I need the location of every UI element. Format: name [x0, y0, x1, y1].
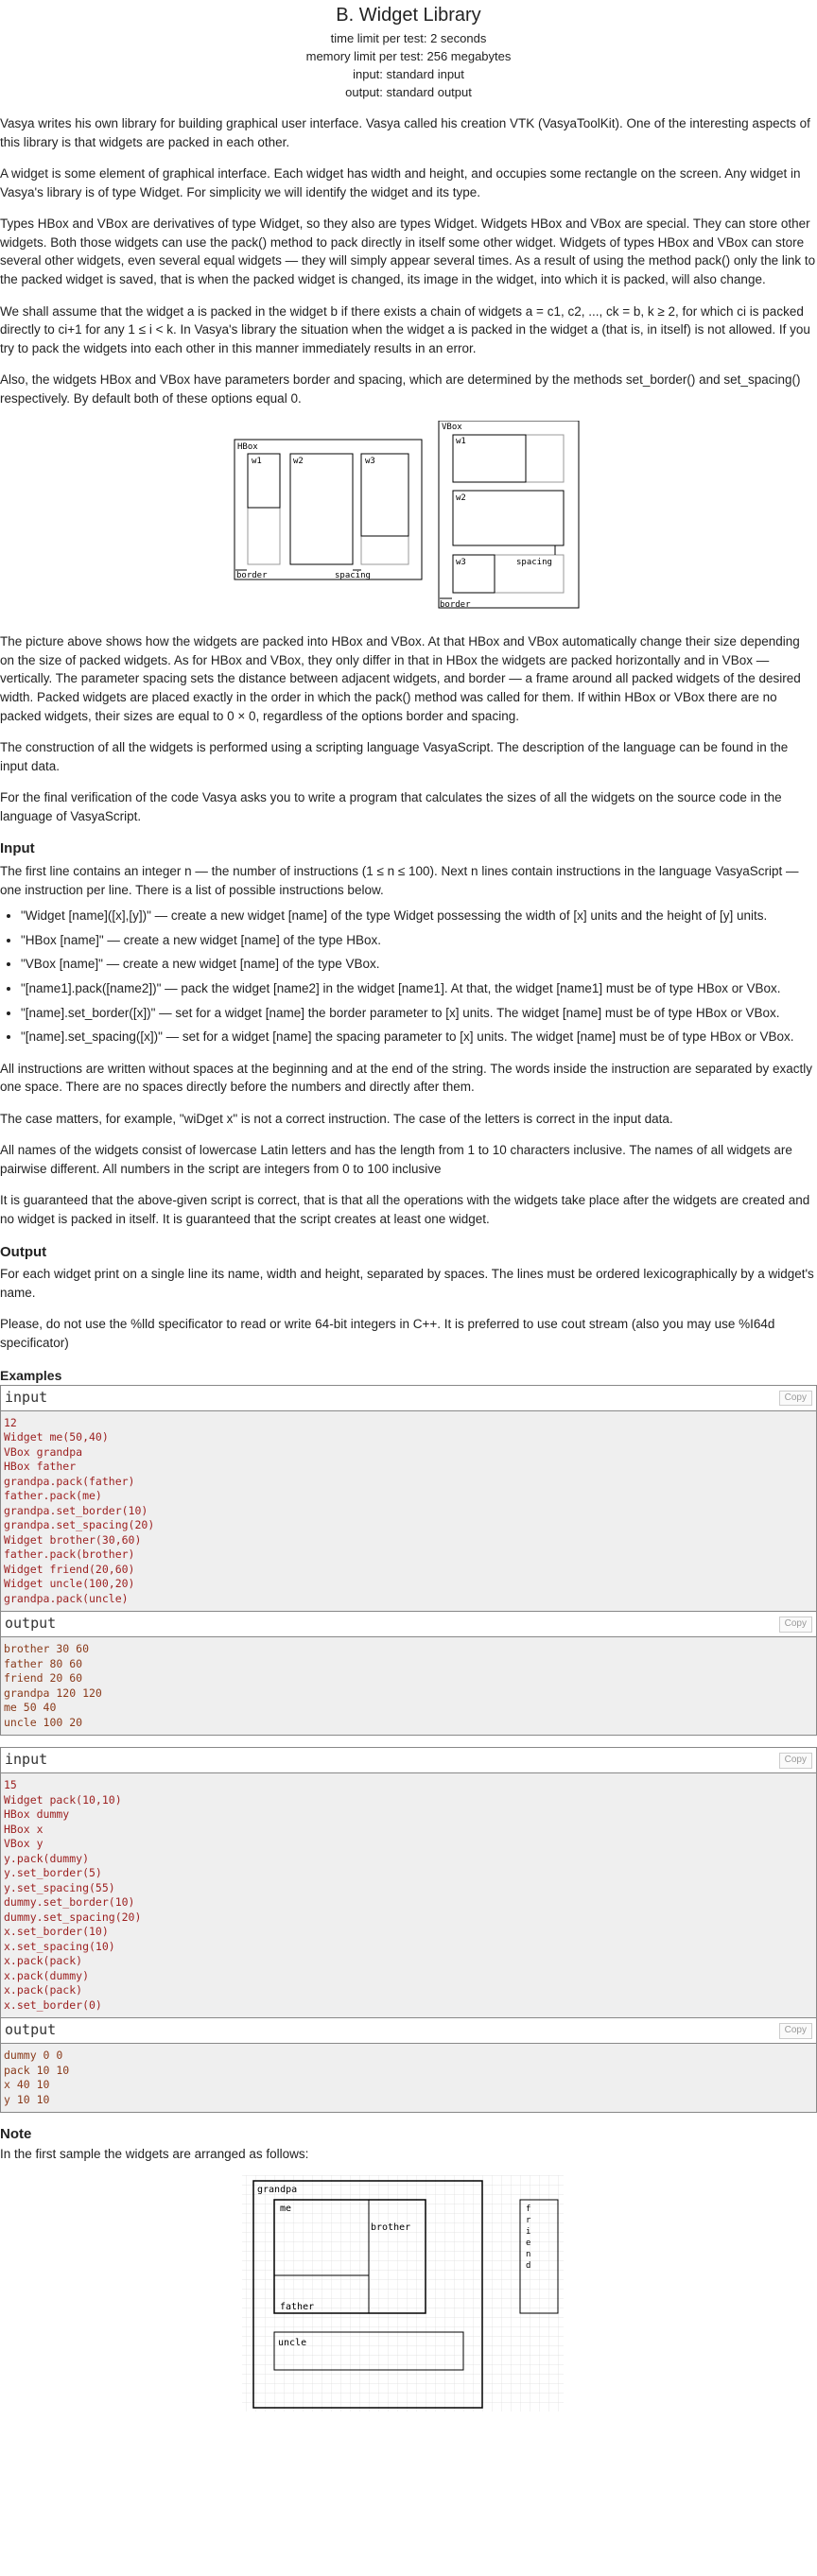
paragraph: Please, do not use the %lld specificator… [0, 1317, 775, 1350]
sample-figure: grandpa father me brother uncle friend [0, 2174, 817, 2412]
problem-title: B. Widget Library [336, 5, 481, 26]
example-1-input: input Copy 12 Widget me(50,40) VBox gran… [0, 1384, 817, 1613]
example-1: input Copy 12 Widget me(50,40) VBox gran… [0, 1384, 817, 1737]
vbox-border-label: border [440, 600, 471, 610]
hbox-w1-label: w1 [252, 457, 262, 466]
input-spec: input: standard input [353, 67, 464, 81]
hbox-vbox-figure: HBox w1 w2 w3 border spacing VBox w1 w2 … [0, 421, 817, 619]
example-1-input-text: 12 Widget me(50,40) VBox grandpa HBox fa… [1, 1410, 816, 1612]
vbox-w2-label: w2 [456, 493, 466, 503]
me-label: me [280, 2204, 291, 2214]
io-header: input Copy [1, 1748, 816, 1774]
list-item: "[name].set_spacing([x])" — set for a wi… [21, 1028, 817, 1046]
io-header: output Copy [1, 1612, 816, 1638]
paragraph: We shall assume that the widget a is pac… [0, 303, 810, 355]
list-item: "[name].set_border([x])" — set for a wid… [21, 1004, 817, 1023]
hbox-label: HBox [237, 442, 258, 452]
output-heading: Output [0, 1243, 47, 1260]
examples-heading: Examples [0, 1367, 62, 1383]
list-item: "VBox [name]" — create a new widget [nam… [21, 955, 817, 974]
example-2-output: output Copy dummy 0 0 pack 10 10 x 40 10… [0, 2018, 817, 2114]
vbox-label: VBox [442, 423, 462, 432]
time-limit: time limit per test: 2 seconds [330, 31, 487, 45]
paragraph: The case matters, for example, "wiDget x… [0, 1111, 673, 1126]
copy-button[interactable]: Copy [778, 2023, 812, 2039]
vbox-spacing-label: spacing [516, 558, 552, 567]
paragraph: The picture above shows how the widgets … [0, 634, 801, 723]
paragraph: A widget is some element of graphical in… [0, 166, 801, 199]
example-1-output-text: brother 30 60 father 80 60 friend 20 60 … [1, 1637, 816, 1736]
hbox-slot-1 [247, 453, 281, 565]
hbox-w3 [360, 453, 409, 537]
vbox-w2 [452, 490, 565, 546]
hbox-frame [234, 439, 423, 580]
paragraph: All names of the widgets consist of lowe… [0, 1143, 792, 1176]
input-intro: The first line contains an integer n — t… [0, 864, 799, 897]
copy-button[interactable]: Copy [778, 1616, 812, 1633]
vbox-w3-label: w3 [456, 558, 466, 567]
io-header: input Copy [1, 1385, 816, 1411]
paragraph: Also, the widgets HBox and VBox have par… [0, 372, 801, 406]
brother-label: brother [371, 2222, 410, 2233]
input-label: input [5, 1388, 48, 1406]
copy-button[interactable]: Copy [778, 1390, 812, 1407]
input-heading: Input [0, 840, 35, 857]
input-label: input [5, 1751, 48, 1769]
example-2-input-text: 15 Widget pack(10,10) HBox dummy HBox x … [1, 1773, 816, 2018]
paragraph: For the final verification of the code V… [0, 790, 782, 823]
example-2-output-text: dummy 0 0 pack 10 10 x 40 10 y 10 10 [1, 2044, 816, 2113]
output-label: output [5, 1615, 57, 1633]
note-text: In the first sample the widgets are arra… [0, 2147, 309, 2162]
grandpa-label: grandpa [257, 2185, 297, 2195]
hbox-w3-label: w3 [365, 457, 375, 466]
vbox-slot-1 [452, 434, 565, 483]
hbox-w2-label: w2 [293, 457, 304, 466]
uncle-label: uncle [278, 2338, 306, 2348]
io-header: output Copy [1, 2018, 816, 2045]
paragraph: Vasya writes his own library for buildin… [0, 116, 810, 149]
output-label: output [5, 2021, 57, 2039]
hbox-slot-3 [360, 453, 409, 565]
output-spec: output: standard output [345, 85, 472, 99]
example-1-output: output Copy brother 30 60 father 80 60 f… [0, 1612, 817, 1737]
example-2-input: input Copy 15 Widget pack(10,10) HBox du… [0, 1747, 817, 2019]
hbox-w2 [289, 453, 354, 565]
paragraph: It is guaranteed that the above-given sc… [0, 1193, 810, 1226]
paragraph: The construction of all the widgets is p… [0, 740, 789, 773]
hbox-spacing-label: spacing [335, 571, 371, 580]
father-label: father [280, 2302, 314, 2312]
example-2: input Copy 15 Widget pack(10,10) HBox du… [0, 1747, 817, 2114]
paragraph: Types HBox and VBox are derivatives of t… [0, 216, 816, 286]
problem-statement: B. Widget Library time limit per test: 2… [0, 0, 817, 2412]
list-item: "Widget [name]([x],[y])" — create a new … [21, 907, 817, 925]
sample-diagram: grandpa father me brother uncle friend [242, 2174, 564, 2412]
hbox-border-label: border [236, 571, 268, 580]
paragraph: All instructions are written without spa… [0, 1061, 812, 1095]
hbox-vbox-diagram: HBox w1 w2 w3 border spacing VBox w1 w2 … [234, 421, 580, 610]
memory-limit: memory limit per test: 256 megabytes [305, 49, 512, 63]
list-item: "[name1].pack([name2])" — pack the widge… [21, 979, 817, 998]
list-item: "HBox [name]" — create a new widget [nam… [21, 931, 817, 950]
note-heading: Note [0, 2126, 32, 2143]
vbox-frame [438, 421, 580, 609]
vbox-w1-label: w1 [456, 437, 466, 446]
paragraph: For each widget print on a single line i… [0, 1267, 814, 1300]
copy-button[interactable]: Copy [778, 1753, 812, 1769]
instruction-list: "Widget [name]([x],[y])" — create a new … [0, 907, 817, 1046]
problem-meta: time limit per test: 2 seconds memory li… [0, 29, 817, 101]
